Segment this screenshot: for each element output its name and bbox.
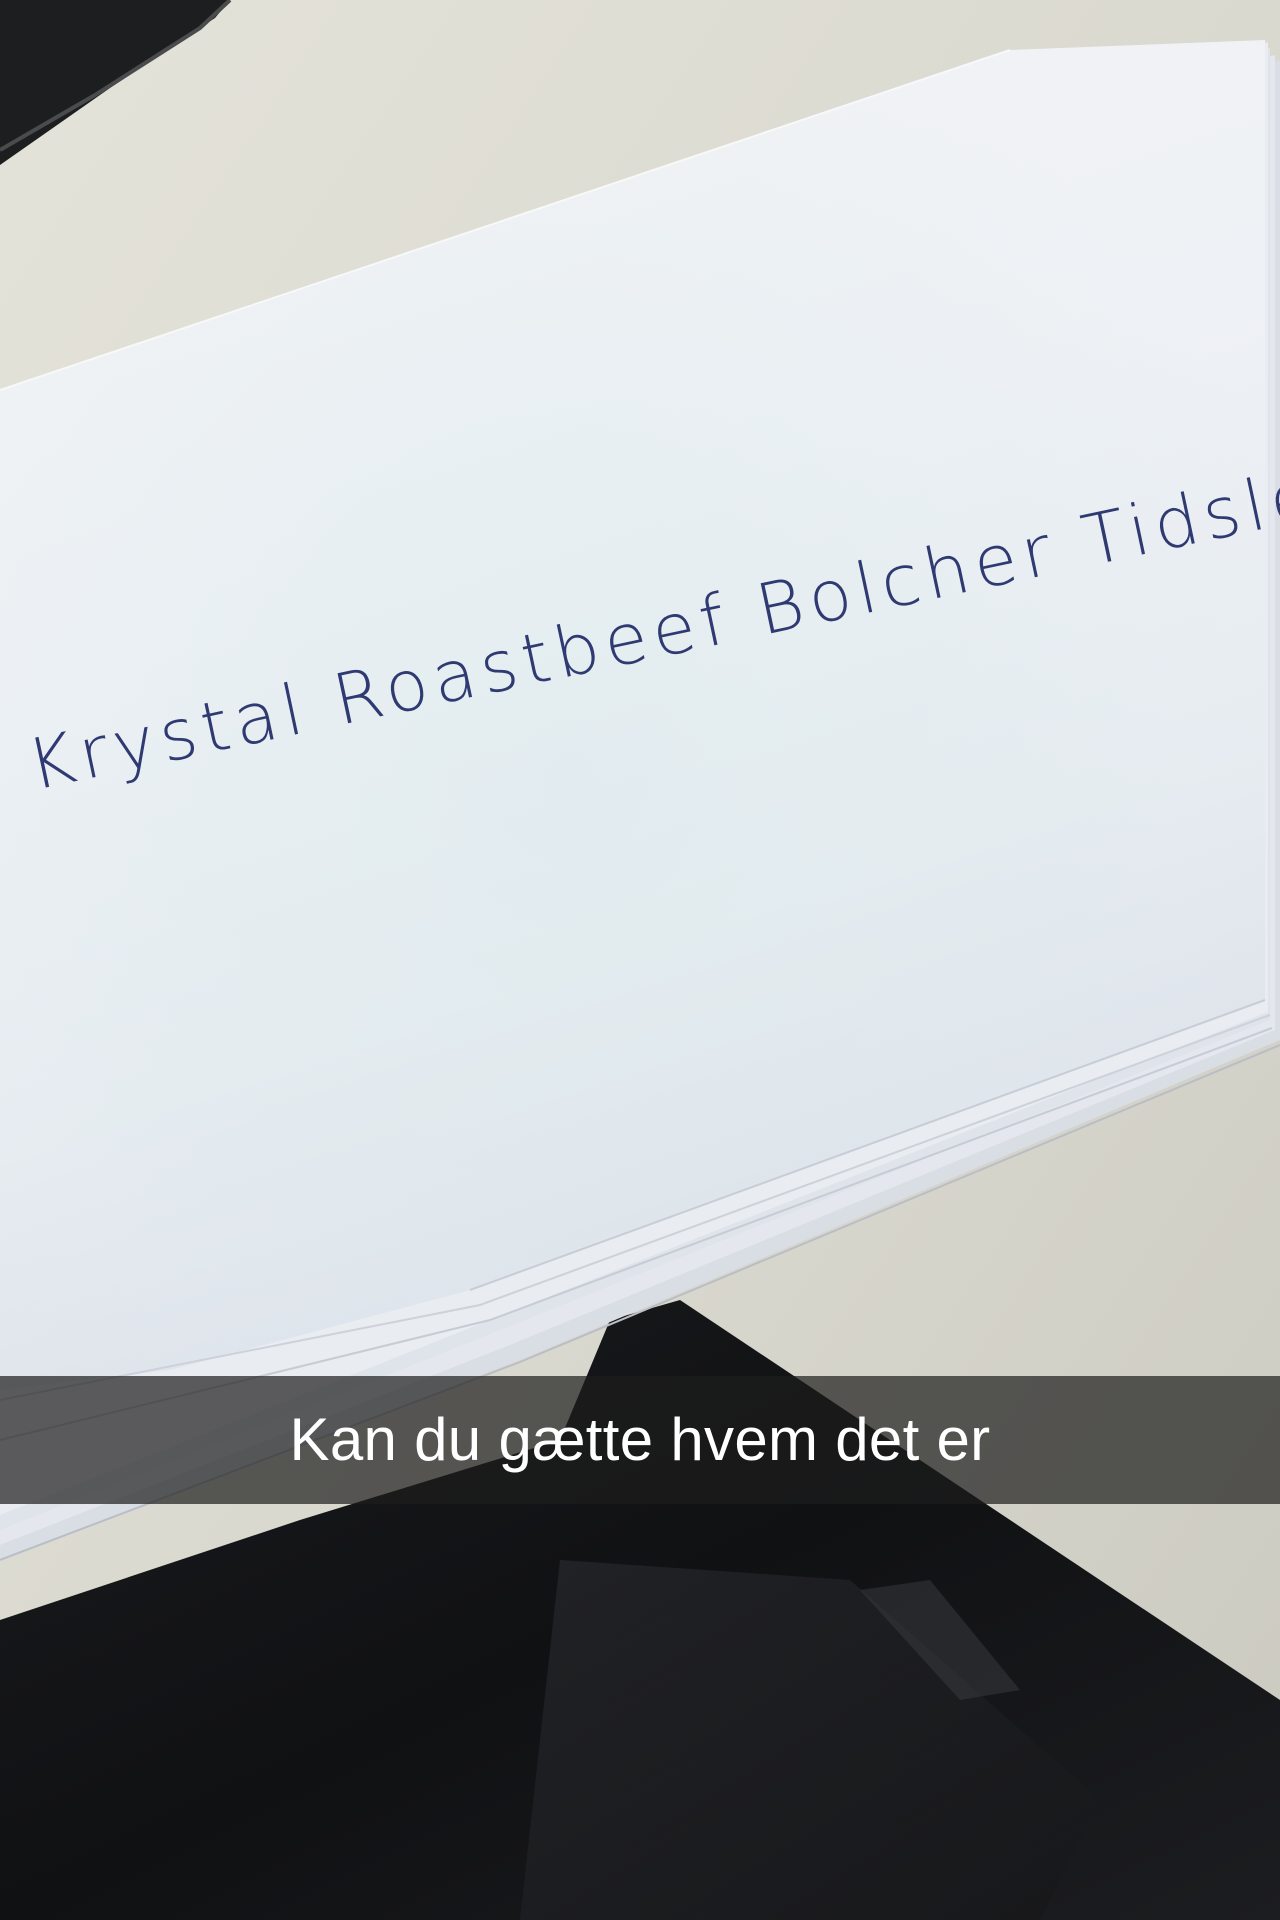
snap-photo: Krystal Roastbeef Bolcher Tidsler Kan du… — [0, 0, 1280, 1920]
caption-text: Kan du gætte hvem det er — [289, 1406, 991, 1473]
photo-scene: Krystal Roastbeef Bolcher Tidsler — [0, 0, 1280, 1920]
caption-bar: Kan du gætte hvem det er — [0, 1376, 1280, 1504]
